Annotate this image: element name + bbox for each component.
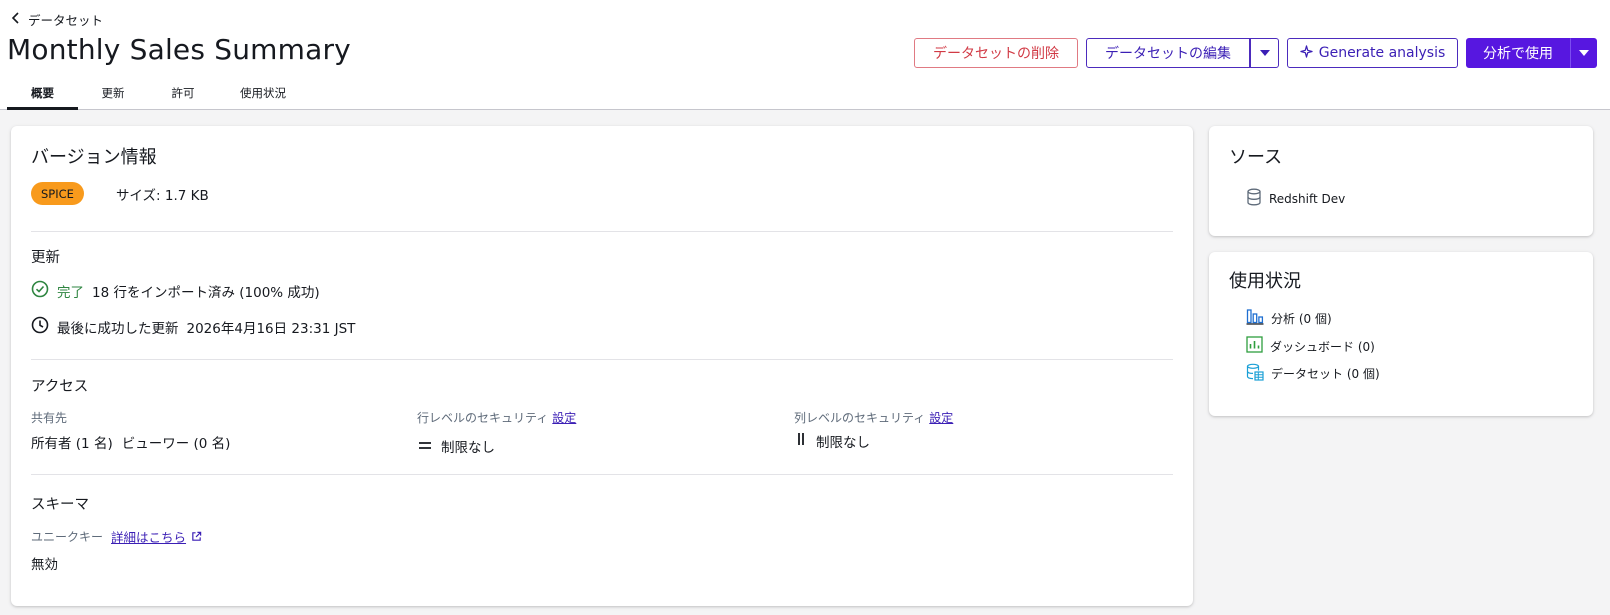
- chevron-left-icon: [10, 11, 22, 27]
- external-link-icon: [191, 527, 202, 546]
- learn-more-link[interactable]: 詳細はこちら: [111, 527, 202, 546]
- unique-key-row: ユニークキー 詳細はこちら: [31, 527, 202, 546]
- usage-card: 使用状況 分析 (0 個) ダッシュボード (0) データセット (0 個): [1209, 252, 1593, 416]
- use-in-analysis-button[interactable]: 分析で使用: [1466, 38, 1570, 68]
- dataset-size: サイズ: 1.7 KB: [115, 187, 209, 204]
- edit-dataset-button[interactable]: データセットの編集: [1086, 38, 1250, 68]
- usage-item-datasets: データセット (0 個): [1246, 363, 1380, 384]
- use-in-analysis-dropdown-button[interactable]: [1570, 38, 1597, 68]
- generate-analysis-label: Generate analysis: [1318, 45, 1446, 61]
- refresh-status-row: 完了 18 行をインポート済み (100% 成功): [31, 280, 320, 302]
- tab-permissions[interactable]: 許可: [148, 80, 218, 110]
- back-link[interactable]: データセット: [10, 10, 103, 28]
- refresh-status-detail: 18 行をインポート済み (100% 成功): [92, 285, 320, 301]
- divider: [31, 359, 1173, 360]
- source-name: Redshift Dev: [1269, 191, 1346, 206]
- owners-count: 所有者 (1 名): [31, 436, 113, 452]
- back-link-label: データセット: [28, 12, 104, 28]
- column-security-settings-link[interactable]: 設定: [929, 409, 953, 426]
- row-security-value-row: 制限なし: [417, 436, 495, 456]
- tab-usage[interactable]: 使用状況: [218, 80, 308, 110]
- page-header: データセット Monthly Sales Summary データセットの削除 デ…: [0, 0, 1610, 110]
- viewers-count: ビューワー (0 名): [121, 436, 231, 452]
- version-info-heading: バージョン情報: [31, 147, 157, 168]
- usage-item-label: 分析 (0 個): [1271, 311, 1332, 326]
- column-security-value: 制限なし: [816, 435, 870, 451]
- usage-heading: 使用状況: [1229, 271, 1301, 292]
- dataset-details-card: バージョン情報 SPICE サイズ: 1.7 KB 更新 完了 18 行をインポ…: [11, 126, 1193, 606]
- caret-down-icon: [1259, 50, 1270, 56]
- usage-item-label: データセット (0 個): [1271, 367, 1380, 381]
- rows-icon: [417, 437, 433, 456]
- divider: [31, 474, 1173, 475]
- edit-dataset-split-button: データセットの編集: [1086, 38, 1279, 68]
- shared-with-row: 所有者 (1 名) ビューワー (0 名): [31, 432, 230, 452]
- use-in-analysis-split-button: 分析で使用: [1466, 38, 1597, 68]
- usage-item-analyses: 分析 (0 個): [1246, 308, 1332, 328]
- refresh-status: 完了: [57, 285, 84, 301]
- dashboard-icon: [1246, 336, 1263, 356]
- columns-icon: [794, 431, 808, 451]
- tab-overview[interactable]: 概要: [7, 80, 78, 110]
- generate-analysis-button[interactable]: Generate analysis: [1287, 38, 1458, 68]
- usage-item-label: ダッシュボード (0): [1270, 339, 1375, 354]
- check-circle-icon: [31, 280, 49, 302]
- access-heading: アクセス: [31, 379, 89, 395]
- column-security-value-row: 制限なし: [794, 431, 870, 451]
- database-icon: [1246, 188, 1262, 209]
- refresh-heading: 更新: [31, 250, 60, 266]
- shared-with-label: 共有先: [31, 411, 68, 425]
- last-refresh-value: 2026年4月16日 23:31 JST: [186, 321, 356, 337]
- row-security-label: 行レベルのセキュリティ: [417, 411, 549, 425]
- sparkle-icon: [1300, 44, 1313, 62]
- learn-more-link-label: 詳細はこちら: [111, 530, 187, 545]
- unique-key-label: ユニークキー: [31, 530, 104, 544]
- clock-icon: [31, 316, 49, 338]
- version-info-row: SPICE サイズ: 1.7 KB: [31, 182, 209, 205]
- last-refresh-row: 最後に成功した更新 2026年4月16日 23:31 JST: [31, 316, 355, 338]
- source-card: ソース Redshift Dev: [1209, 126, 1593, 236]
- caret-down-icon: [1578, 50, 1589, 56]
- row-security-settings-link[interactable]: 設定: [552, 409, 576, 426]
- edit-dataset-dropdown-button[interactable]: [1250, 38, 1279, 68]
- source-item: Redshift Dev: [1246, 188, 1345, 209]
- column-security-label: 列レベルのセキュリティ: [794, 411, 926, 425]
- row-security-label-row: 行レベルのセキュリティ 設定: [417, 409, 576, 426]
- header-actions: データセットの削除 データセットの編集 Generate analysis 分析…: [914, 38, 1597, 68]
- last-refresh-label: 最後に成功した更新: [57, 321, 179, 337]
- tab-bar: 概要 更新 許可 使用状況: [7, 80, 308, 110]
- delete-dataset-button[interactable]: データセットの削除: [914, 38, 1078, 68]
- unique-key-value: 無効: [31, 557, 58, 573]
- usage-item-dashboards: ダッシュボード (0): [1246, 336, 1375, 356]
- spice-badge: SPICE: [31, 182, 84, 205]
- tab-refresh[interactable]: 更新: [78, 80, 148, 110]
- schema-heading: スキーマ: [31, 497, 89, 513]
- row-security-value: 制限なし: [441, 440, 495, 456]
- divider: [31, 231, 1173, 232]
- column-security-label-row: 列レベルのセキュリティ 設定: [794, 409, 953, 426]
- source-heading: ソース: [1229, 147, 1283, 168]
- page-title: Monthly Sales Summary: [7, 33, 351, 66]
- dataset-icon: [1246, 363, 1264, 384]
- analysis-icon: [1246, 308, 1264, 328]
